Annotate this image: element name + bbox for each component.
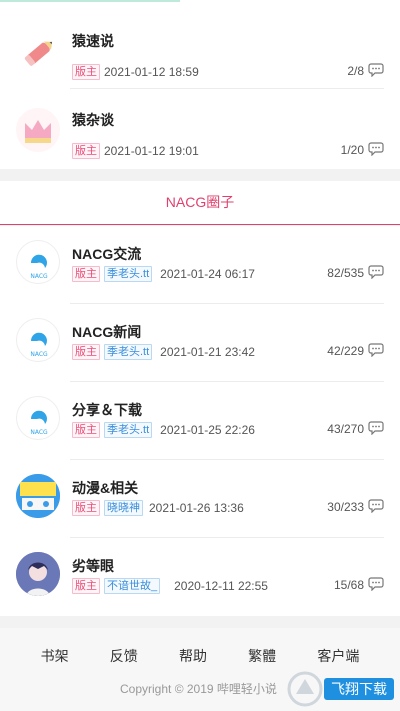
footer-link-traditional[interactable]: 繁體 [248, 646, 276, 666]
nacg-logo-icon: NACG [16, 318, 60, 362]
comment-icon [368, 577, 384, 591]
post-count: 30/233 [327, 500, 364, 514]
forum-meta: 版主 季老头.tt 2021-01-25 22:26 [72, 422, 255, 438]
last-post-time: 2021-01-12 18:59 [104, 65, 199, 79]
nacg-logo-icon: NACG [16, 396, 60, 440]
moderator-name[interactable]: 季老头.tt [104, 344, 153, 360]
svg-text:NACG: NACG [30, 351, 48, 358]
moderator-tag: 版主 [72, 578, 100, 594]
forum-meta: 版主 2021-01-12 18:59 [72, 64, 199, 80]
post-count: 15/68 [333, 578, 364, 592]
footer-nav: 书架 反馈 帮助 繁體 客户端 [0, 646, 400, 666]
forum-meta: 版主 晓晓神 2021-01-26 13:36 [72, 500, 244, 516]
last-post-time: 2021-01-24 06:17 [160, 267, 255, 281]
post-count: 82/535 [327, 266, 364, 280]
forum-row[interactable]: NACG NACG交流 版主 季老头.tt 2021-01-24 06:17 8… [0, 226, 400, 304]
moderator-tag: 版主 [72, 64, 100, 80]
moderator-tag: 版主 [72, 266, 100, 282]
watermark-logo: 飞翔下载 [287, 671, 394, 707]
forum-card-nacg: NACG NACG交流 版主 季老头.tt 2021-01-24 06:17 8… [0, 226, 400, 616]
forum-meta: 版主 不谙世故_ 2020-12-11 22:55 [72, 578, 268, 594]
moderator-name[interactable]: 季老头.tt [104, 422, 153, 438]
moderator-name[interactable]: 晓晓神 [104, 500, 143, 516]
forum-title: 劣等眼 [72, 558, 114, 574]
moderator-name[interactable]: 不谙世故_ [104, 578, 161, 594]
footer-link-bookshelf[interactable]: 书架 [41, 646, 69, 666]
comment-icon [368, 63, 384, 77]
moderator-tag: 版主 [72, 422, 100, 438]
forum-title: NACG新闻 [72, 324, 142, 340]
forum-title: 猿速说 [72, 33, 114, 49]
forum-row[interactable]: 动漫&相关 版主 晓晓神 2021-01-26 13:36 30/233 [0, 460, 400, 538]
forum-row[interactable]: 劣等眼 版主 不谙世故_ 2020-12-11 22:55 15/68 [0, 538, 400, 616]
last-post-time: 2021-01-25 22:26 [160, 423, 255, 437]
anime-girl-icon [16, 552, 60, 596]
svg-text:NACG: NACG [30, 273, 48, 280]
scroll-indicator [0, 0, 180, 2]
pencil-icon [16, 31, 60, 75]
forum-row[interactable]: NACG NACG新闻 版主 季老头.tt 2021-01-21 23:42 4… [0, 304, 400, 382]
forum-row[interactable]: NACG 分享＆下载 版主 季老头.tt 2021-01-25 22:26 43… [0, 382, 400, 460]
section-title: NACG圈子 [165, 194, 235, 210]
last-post-time: 2021-01-12 19:01 [104, 144, 199, 158]
moderator-name[interactable]: 季老头.tt [104, 266, 153, 282]
forum-title: 动漫&相关 [72, 480, 139, 496]
forum-title: 猿杂谈 [72, 112, 114, 128]
comment-icon [368, 499, 384, 513]
footer-link-feedback[interactable]: 反馈 [110, 646, 138, 666]
footer-link-help[interactable]: 帮助 [179, 646, 207, 666]
anime-badge-icon [16, 474, 60, 518]
comment-icon [368, 343, 384, 357]
svg-text:NACG: NACG [30, 429, 48, 436]
forum-meta: 版主 季老头.tt 2021-01-21 23:42 [72, 344, 255, 360]
forum-meta: 版主 季老头.tt 2021-01-24 06:17 [72, 266, 255, 282]
footer: 书架 反馈 帮助 繁體 客户端 Copyright © 2019 哔哩轻小说 飞… [0, 628, 400, 711]
section-header: NACG圈子 [0, 181, 400, 225]
moderator-tag: 版主 [72, 500, 100, 516]
forum-title: NACG交流 [72, 246, 142, 262]
footer-link-client[interactable]: 客户端 [317, 646, 359, 666]
forum-card-general: 猿速说 版主 2021-01-12 18:59 2/8 猿杂谈 版主 2021-… [0, 11, 400, 169]
last-post-time: 2021-01-26 13:36 [149, 501, 244, 515]
copyright-text: Copyright © 2019 哔哩轻小说 [120, 682, 277, 696]
last-post-time: 2020-12-11 22:55 [174, 579, 268, 593]
post-count: 43/270 [327, 422, 364, 436]
crown-icon [16, 108, 60, 152]
comment-icon [368, 142, 384, 156]
comment-icon [368, 265, 384, 279]
top-bar [0, 0, 400, 11]
last-post-time: 2021-01-21 23:42 [160, 345, 255, 359]
post-count: 1/20 [340, 143, 364, 157]
forum-row[interactable]: 猿杂谈 版主 2021-01-12 19:01 1/20 [0, 90, 400, 168]
forum-meta: 版主 2021-01-12 19:01 [72, 143, 199, 159]
forum-row[interactable]: 猿速说 版主 2021-01-12 18:59 2/8 [0, 11, 400, 89]
comment-icon [368, 421, 384, 435]
moderator-tag: 版主 [72, 344, 100, 360]
forum-title: 分享＆下载 [72, 402, 142, 418]
moderator-tag: 版主 [72, 143, 100, 159]
post-count: 2/8 [347, 64, 364, 78]
nacg-logo-icon: NACG [16, 240, 60, 284]
watermark-text: 飞翔下载 [331, 682, 387, 698]
post-count: 42/229 [327, 344, 364, 358]
